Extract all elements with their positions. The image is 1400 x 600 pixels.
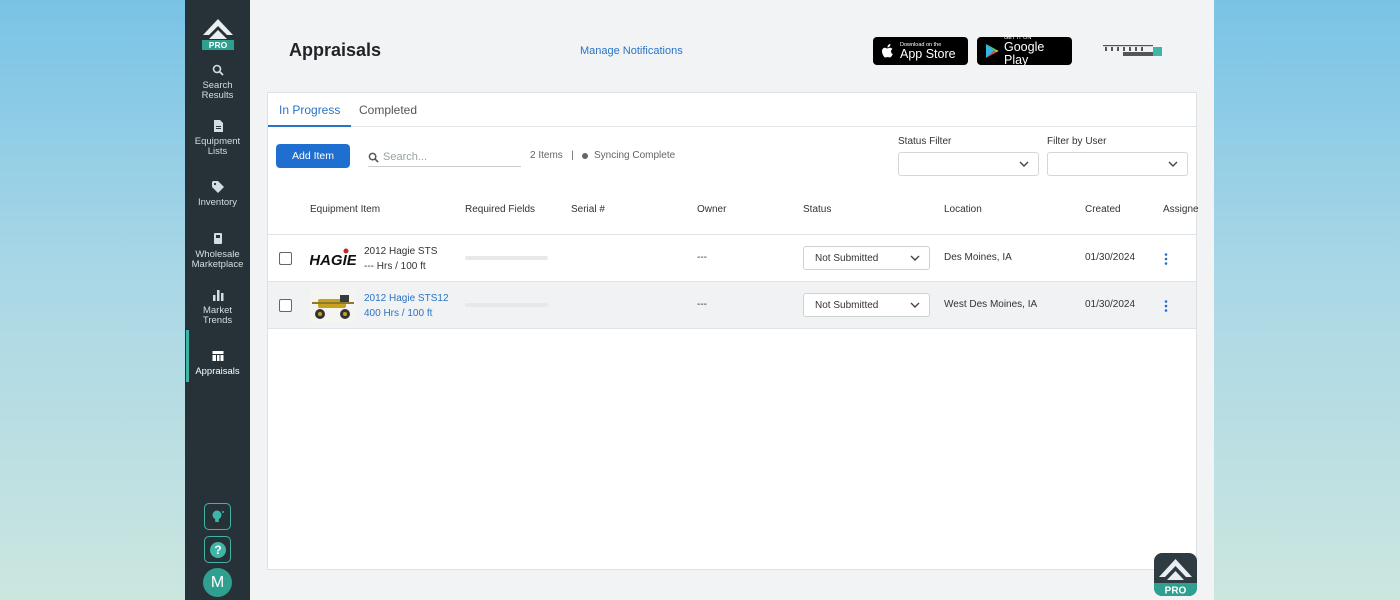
question-icon: ? [209,541,226,558]
owner-cell: --- [697,299,707,310]
created-cell: 01/30/2024 [1085,299,1136,310]
sidebar-item-inventory[interactable]: Inventory [185,181,250,208]
tips-button[interactable] [204,503,231,530]
sidebar-item-label: Lists [207,146,228,157]
sprayer-thumbnail [310,290,356,322]
status-filter-select[interactable] [898,152,1039,176]
tab-in-progress[interactable]: In Progress [268,93,352,127]
equipment-item-name[interactable]: 2012 Hagie STS --- Hrs / 100 ft [364,245,437,274]
row-checkbox[interactable] [279,252,292,265]
chevron-down-icon [910,302,920,308]
search-box [368,148,521,167]
help-button[interactable]: ? [204,536,231,563]
sidebar-item-label: Appraisals [195,366,240,377]
logo-badge: PRO [209,40,228,50]
add-item-button[interactable]: Add Item [276,144,350,168]
google-play-badge[interactable]: GET IT ON Google Play [977,35,1072,67]
sync-status-text: Syncing Complete [594,150,676,161]
more-options-icon[interactable] [1161,251,1171,267]
tab-completed[interactable]: Completed [348,93,428,127]
items-count-text: 2 Items [530,150,563,161]
location-cell: West Des Moines, IA [944,299,1038,310]
chevron-down-icon [1168,161,1178,167]
main-content: Appraisals Manage Notifications Download… [250,0,1214,600]
column-header[interactable]: Created [1085,204,1121,215]
chevron-down-icon [1019,161,1029,167]
app-store-badge[interactable]: Download on the App Store [873,37,968,65]
status-value: Not Submitted [815,300,879,311]
tractorzoom-pro-icon: PRO [1154,559,1197,597]
search-input[interactable] [383,151,518,163]
tractorzoom-logo [1103,45,1162,56]
pro-chat-button[interactable]: PRO [1154,553,1197,596]
sidebar-item-search-results[interactable]: Search Results [185,64,250,101]
item-subtitle: 400 Hrs / 100 ft [364,307,433,319]
tractorzoom-pro-logo[interactable]: PRO [201,17,235,51]
apple-icon [882,44,893,58]
pro-badge-text: PRO [1165,586,1187,597]
column-header[interactable]: Required Fields [465,204,535,215]
bar-chart-icon [212,290,223,301]
book-icon [213,233,222,244]
item-title: 2012 Hagie STS12 [364,293,449,304]
tag-icon [211,181,224,193]
app-store-big-text: App Store [900,46,956,61]
status-value: Not Submitted [815,253,879,264]
status-dropdown[interactable]: Not Submitted [803,293,930,317]
table-header: Equipment Item Required Fields Serial # … [268,189,1199,235]
status-dropdown[interactable]: Not Submitted [803,246,930,270]
avatar[interactable]: M [203,568,232,597]
app-window: PRO Search Results Equipment Lists Inven… [185,0,1214,600]
chevron-down-icon [910,255,920,261]
document-icon [213,120,223,132]
sidebar-item-label: Trends [202,315,233,326]
status-filter-label: Status Filter [898,136,952,147]
table-row[interactable]: 2012 Hagie STS12 400 Hrs / 100 ft --- No… [268,282,1196,329]
table-icon [212,351,223,361]
sidebar-item-appraisals[interactable]: Appraisals [185,330,250,382]
column-header[interactable]: Owner [697,204,726,215]
column-header[interactable]: Status [803,204,831,215]
google-play-icon [985,44,999,58]
svg-text:?: ? [214,543,221,557]
sync-dot-icon [582,152,588,159]
item-title: 2012 Hagie STS [364,246,438,257]
lightbulb-icon [212,510,224,522]
page-title: Appraisals [289,40,382,60]
google-play-big-text: Google Play [1003,40,1045,67]
item-subtitle: --- Hrs / 100 ft [364,260,426,272]
sync-status: Syncing Complete [582,150,675,161]
column-header[interactable]: Location [944,204,982,215]
sidebar-item-label: Marketplace [191,259,244,270]
created-cell: 01/30/2024 [1085,252,1136,263]
items-count: 2 Items | [530,150,574,161]
owner-cell: --- [697,252,707,263]
column-header[interactable]: Assigne [1163,204,1199,215]
search-icon [212,64,224,76]
user-filter-label: Filter by User [1047,136,1107,147]
sidebar-item-market-trends[interactable]: Market Trends [185,289,250,326]
equipment-item-link[interactable]: 2012 Hagie STS12 400 Hrs / 100 ft [364,292,449,321]
column-header[interactable]: Serial # [571,204,605,215]
row-checkbox[interactable] [279,299,292,312]
manage-notifications-link[interactable]: Manage Notifications [580,45,683,57]
sidebar: PRO Search Results Equipment Lists Inven… [185,0,250,600]
sidebar-item-label: Inventory [197,197,238,208]
table-row[interactable]: HAGIE 2012 Hagie STS --- Hrs / 100 ft --… [268,235,1196,282]
user-filter-select[interactable] [1047,152,1188,176]
sidebar-item-wholesale-marketplace[interactable]: Wholesale Marketplace [185,233,250,270]
thumb-text: HAGIE [310,252,356,269]
more-options-icon[interactable] [1161,298,1171,314]
location-cell: Des Moines, IA [944,252,1012,263]
sidebar-item-equipment-lists[interactable]: Equipment Lists [185,120,250,157]
tab-bar: In Progress Completed [268,93,1196,127]
required-fields-progress [465,303,548,307]
sidebar-item-label: Results [201,90,234,101]
column-header[interactable]: Equipment Item [310,204,380,215]
hagie-logo-thumbnail: HAGIE [310,248,356,269]
appraisals-panel: In Progress Completed Add Item 2 Items |… [267,92,1199,570]
search-icon [368,152,379,163]
separator: | [571,150,574,161]
required-fields-progress [465,256,548,260]
